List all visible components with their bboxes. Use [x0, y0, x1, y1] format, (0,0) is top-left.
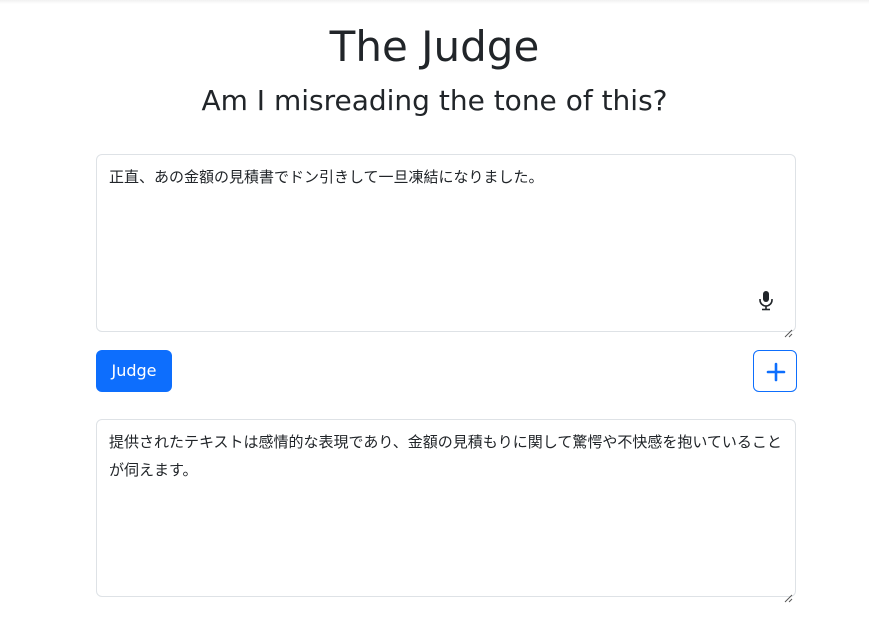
plus-icon [766, 362, 786, 382]
add-button[interactable] [753, 350, 797, 392]
microphone-icon[interactable] [757, 291, 775, 311]
resize-handle-icon[interactable] [783, 584, 793, 603]
page-subtitle: Am I misreading the tone of this? [201, 84, 668, 117]
judgement-output-text: 提供されたテキストは感情的な表現であり、金額の見積もりに関して驚愕や不快感を抱い… [109, 433, 782, 479]
page-title: The Judge [329, 22, 540, 71]
message-input[interactable]: 正直、あの金額の見積書でドン引きして一旦凍結になりました。 [96, 154, 796, 338]
message-input-text: 正直、あの金額の見積書でドン引きして一旦凍結になりました。 [109, 168, 544, 186]
judgement-output[interactable]: 提供されたテキストは感情的な表現であり、金額の見積もりに関して驚愕や不快感を抱い… [96, 419, 796, 603]
judge-button[interactable]: Judge [96, 350, 172, 392]
resize-handle-icon[interactable] [783, 319, 793, 338]
top-edge [0, 0, 869, 4]
